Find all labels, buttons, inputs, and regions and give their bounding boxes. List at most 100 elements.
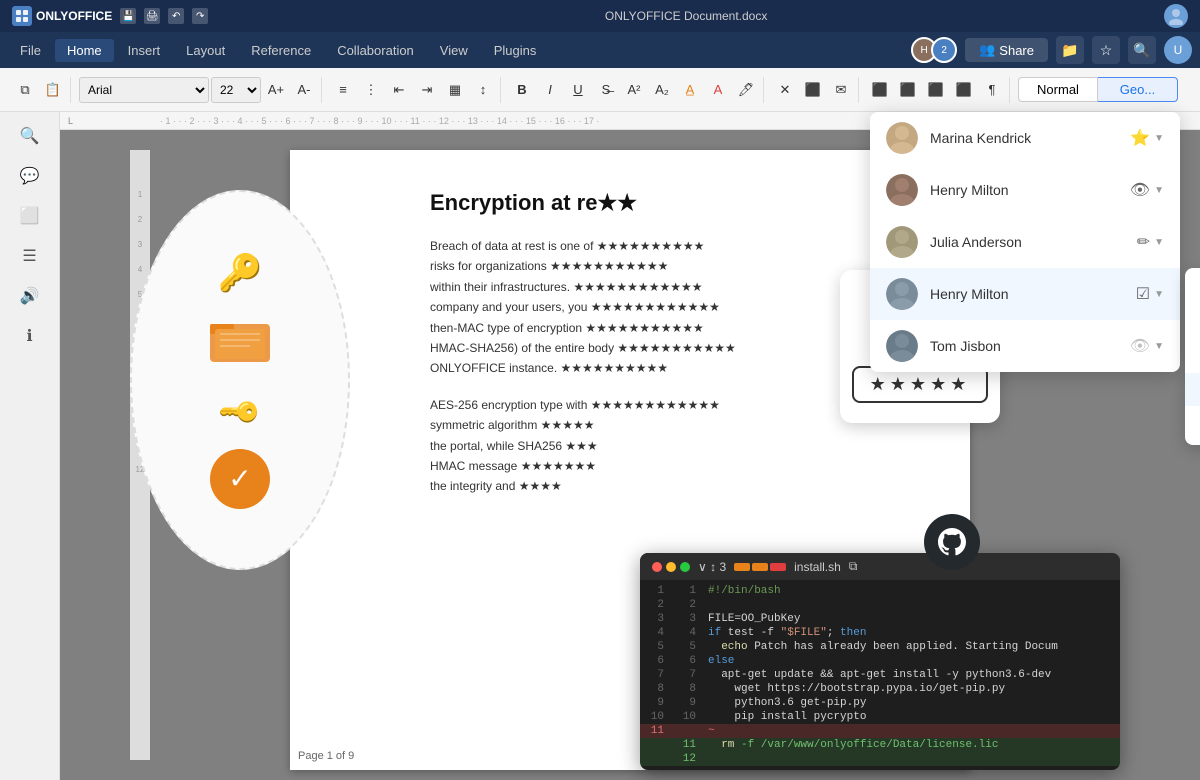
password-dots-text: ★★★★★	[870, 374, 971, 394]
font-size-select[interactable]: 22	[211, 77, 261, 103]
access-dropdown: ✏ Full Access ☑ Review 💬 Comments 👁 Read…	[1185, 268, 1200, 445]
user-role-marina[interactable]: ⭐ ▼	[1130, 128, 1164, 148]
menu-reference[interactable]: Reference	[239, 39, 323, 62]
subscript-btn[interactable]: A₂	[649, 77, 675, 103]
code-line-4: 4 4 if test -f "$FILE"; then	[640, 626, 1120, 640]
search-btn[interactable]: 🔍	[1128, 36, 1156, 64]
pencil-role-icon: ✏	[1137, 232, 1150, 252]
ruler-label: L	[68, 116, 73, 126]
clear-format-btn[interactable]: ✕	[772, 77, 798, 103]
num-list-btn[interactable]: ⋮	[358, 77, 384, 103]
print-btn[interactable]: 🖨	[144, 8, 160, 24]
user-item-henry2[interactable]: Henry Milton ☑ ▼ ✏ Full Access ☑ Review …	[870, 268, 1180, 320]
menu-layout[interactable]: Layout	[174, 39, 237, 62]
user-name-tom: Tom Jisbon	[930, 338, 1118, 354]
para2-text-2: the portal, while SHA256 ★★★	[430, 439, 598, 453]
copy-btn[interactable]: ⧉	[12, 77, 38, 103]
strikethrough-btn[interactable]: S̶	[593, 77, 619, 103]
user-item-henry1[interactable]: Henry Milton 👁 ▼	[870, 164, 1180, 216]
code-content: 1 1 #!/bin/bash 2 2 3 3 FILE=OO_PubKey	[640, 580, 1120, 770]
style-normal-btn[interactable]: Normal	[1018, 77, 1098, 102]
folder-inner: 🔑 🔑 ✓	[210, 252, 270, 509]
user-item-tom[interactable]: Tom Jisbon 👁 ▼	[870, 320, 1180, 372]
comment-icon[interactable]: 💬	[14, 160, 46, 192]
font-size-increase-btn[interactable]: A+	[263, 77, 289, 103]
align-right-btn[interactable]: ⬛	[923, 77, 949, 103]
bullet-list-btn[interactable]: ≡	[330, 77, 356, 103]
italic-btn[interactable]: I	[537, 77, 563, 103]
user-name-julia: Julia Anderson	[930, 234, 1125, 250]
superscript-btn[interactable]: A²	[621, 77, 647, 103]
star-btn[interactable]: ☆	[1092, 36, 1120, 64]
avatar-circle-henry1	[886, 174, 918, 206]
access-deny[interactable]: 🚫 Deny Access	[1185, 406, 1200, 439]
user-item-julia[interactable]: Julia Anderson ✏ ▼	[870, 216, 1180, 268]
para2-text-0: AES-256 encryption type with ★★★★★★★★★★★…	[430, 398, 720, 412]
para2-text-3: HMAC message ★★★★★★★	[430, 459, 596, 473]
copy-code-icon[interactable]: ⧉	[849, 559, 858, 574]
zoom-icon[interactable]: 🔍	[14, 120, 46, 152]
logo-icon	[12, 6, 32, 26]
insert-img-btn[interactable]: ⬛	[800, 77, 826, 103]
user-role-henry1[interactable]: 👁 ▼	[1130, 180, 1164, 200]
col-btn[interactable]: ▦	[442, 77, 468, 103]
font-size-decrease-btn[interactable]: A-	[291, 77, 317, 103]
access-full[interactable]: ✏ Full Access	[1185, 274, 1200, 307]
envelope-btn[interactable]: ✉	[828, 77, 854, 103]
track-icon[interactable]: ⬜	[14, 200, 46, 232]
share-label: Share	[999, 43, 1034, 58]
indent-btn[interactable]: ⇥	[414, 77, 440, 103]
align-group: ⬛ ⬛ ⬛ ⬛ ¶	[863, 77, 1010, 103]
align-center-btn[interactable]: ⬛	[895, 77, 921, 103]
paste-btn[interactable]: 📋	[40, 77, 66, 103]
highlight-btn[interactable]: A̲	[677, 77, 703, 103]
user-avatar-titlebar[interactable]	[1164, 4, 1188, 28]
layout-icon[interactable]: ☰	[14, 240, 46, 272]
menu-file[interactable]: File	[8, 39, 53, 62]
menu-collaboration[interactable]: Collaboration	[325, 39, 426, 62]
user-role-tom[interactable]: 👁 ▼	[1130, 336, 1164, 356]
font-select[interactable]: Arial	[79, 77, 209, 103]
info-icon[interactable]: ℹ	[14, 320, 46, 352]
redo-btn[interactable]: ↷	[192, 8, 208, 24]
bold-btn[interactable]: B	[509, 77, 535, 103]
user-item-marina[interactable]: Marina Kendrick ⭐ ▼	[870, 112, 1180, 164]
user-account-btn[interactable]: U	[1164, 36, 1192, 64]
menu-home[interactable]: Home	[55, 39, 114, 62]
key-icon-top: 🔑	[218, 252, 263, 294]
style-buttons: Normal Geo...	[1018, 77, 1178, 102]
rtl-btn[interactable]: ¶	[979, 77, 1005, 103]
undo-btn[interactable]: ↶	[168, 8, 184, 24]
save-btn[interactable]: 💾	[120, 8, 136, 24]
diff-block-orange	[734, 563, 750, 571]
share-button[interactable]: 👥 Share	[965, 38, 1048, 62]
key-icon-bottom: 🔑	[216, 388, 264, 436]
align-left-btn[interactable]: ⬛	[867, 77, 893, 103]
access-read-only[interactable]: 👁 Read Only	[1185, 373, 1200, 406]
underline-btn[interactable]: U	[565, 77, 591, 103]
user-role-henry2[interactable]: ☑ ▼	[1136, 284, 1164, 304]
align-justify-btn[interactable]: ⬛	[951, 77, 977, 103]
sort-btn[interactable]: ↕	[470, 77, 496, 103]
audio-icon[interactable]: 🔊	[14, 280, 46, 312]
menu-view[interactable]: View	[428, 39, 480, 62]
code-line-10: 10 10 pip install pycrypto	[640, 710, 1120, 724]
dot-yellow	[666, 562, 676, 572]
folder-btn[interactable]: 📁	[1056, 36, 1084, 64]
user-role-julia[interactable]: ✏ ▼	[1137, 232, 1164, 252]
menu-plugins[interactable]: Plugins	[482, 39, 549, 62]
style-geo-btn[interactable]: Geo...	[1098, 77, 1178, 102]
menu-insert[interactable]: Insert	[116, 39, 173, 62]
para-text-6: ONLYOFFICE instance. ★★★★★★★★★★	[430, 361, 668, 375]
role-arrow-tom: ▼	[1154, 341, 1164, 352]
bg-color-btn[interactable]: 🖊	[733, 77, 759, 103]
outdent-btn[interactable]: ⇤	[386, 77, 412, 103]
access-review[interactable]: ☑ Review	[1185, 307, 1200, 340]
access-comments[interactable]: 💬 Comments	[1185, 340, 1200, 373]
user-avatar-marina	[886, 122, 918, 154]
doc-heading: Encryption at re★★	[430, 190, 910, 216]
font-color-btn[interactable]: A	[705, 77, 731, 103]
document-title: ONLYOFFICE Document.docx	[605, 9, 768, 23]
title-bar-left: ONLYOFFICE 💾 🖨 ↶ ↷	[12, 6, 208, 26]
toolbar: ⧉ 📋 Arial 22 A+ A- ≡ ⋮ ⇤ ⇥ ▦ ↕ B I U S̶ …	[0, 68, 1200, 112]
